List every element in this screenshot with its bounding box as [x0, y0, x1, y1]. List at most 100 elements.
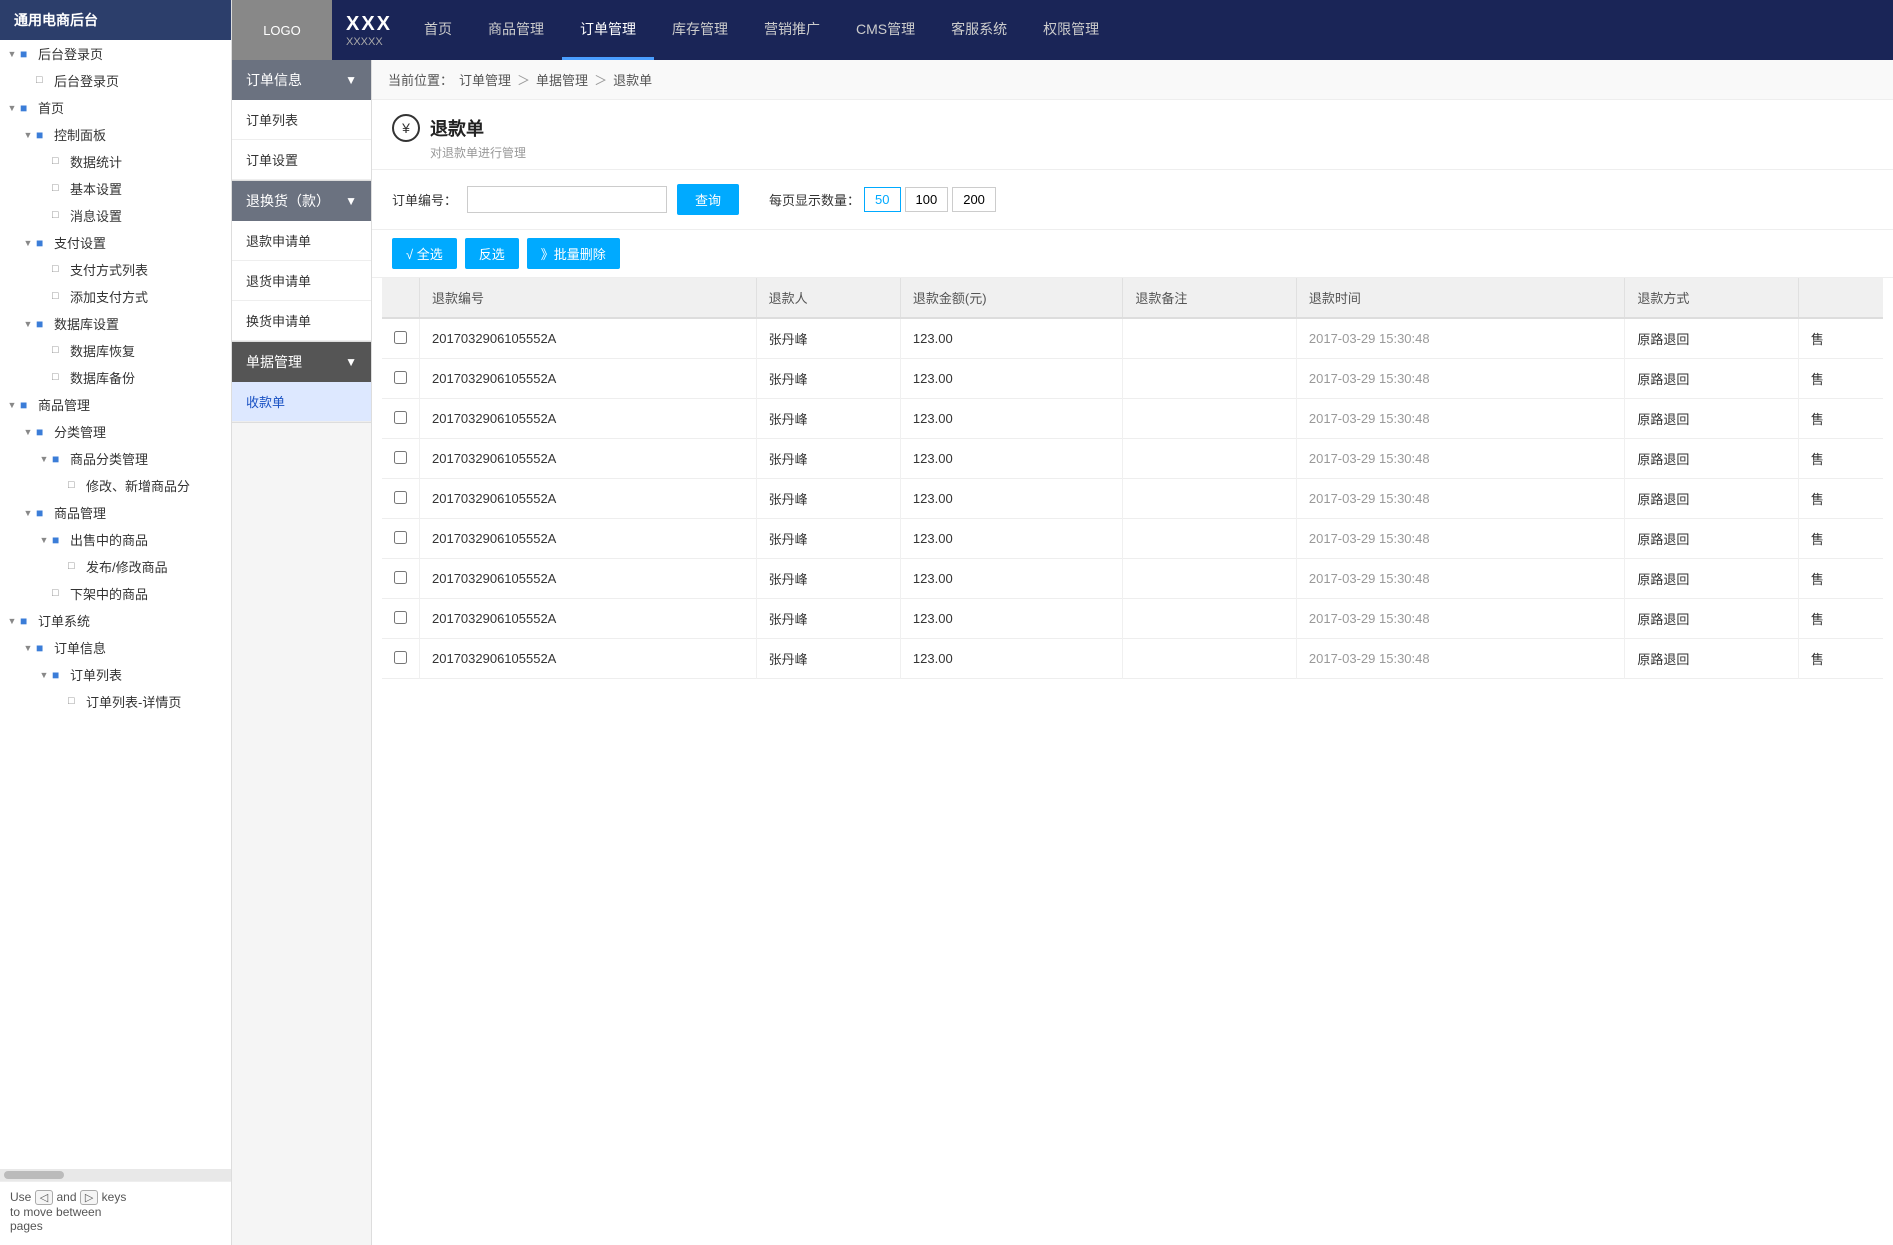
sidebar-tree-item[interactable]: □数据统计	[0, 148, 231, 175]
panel-collapse-toggle[interactable]: ◀	[371, 638, 372, 668]
sidebar-tree-item[interactable]: □订单列表-详情页	[0, 688, 231, 715]
refund-person-cell: 张丹峰	[756, 359, 900, 399]
refund-action-cell[interactable]: 售	[1798, 639, 1883, 679]
sidebar-tree-item[interactable]: □添加支付方式	[0, 283, 231, 310]
col-refund-person: 退款人	[756, 278, 900, 318]
sidebar-tree-item[interactable]: □支付方式列表	[0, 256, 231, 283]
panel-section-order-info: 订单信息 ▼ 订单列表 订单设置	[232, 60, 371, 181]
sidebar-tree-item[interactable]: ▼■数据库设置	[0, 310, 231, 337]
sidebar-tree-item[interactable]: ▼■支付设置	[0, 229, 231, 256]
sidebar-tree-item[interactable]: □消息设置	[0, 202, 231, 229]
refund-action-cell[interactable]: 售	[1798, 559, 1883, 599]
sidebar-tree-item[interactable]: □修改、新增商品分	[0, 472, 231, 499]
panel-item-refund-request[interactable]: 退款申请单	[232, 221, 371, 261]
page-size-label: 每页显示数量：	[769, 190, 860, 209]
nav-link-首页[interactable]: 首页	[406, 0, 470, 60]
nav-link-库存管理[interactable]: 库存管理	[654, 0, 746, 60]
refund-method-cell: 原路退回	[1625, 639, 1799, 679]
right-content: 当前位置： 订单管理 ＞ 单据管理 ＞ 退款单 ¥ 退款单 对退款单进行管理 订…	[372, 60, 1893, 1245]
nav-link-权限管理[interactable]: 权限管理	[1025, 0, 1117, 60]
table-row: 2017032906105552A张丹峰123.002017-03-29 15:…	[382, 359, 1883, 399]
sidebar-tree-item[interactable]: ▼■商品管理	[0, 499, 231, 526]
tree-item-label: 下架中的商品	[70, 584, 148, 603]
page-size-50[interactable]: 50	[864, 187, 900, 212]
page-size-200[interactable]: 200	[952, 187, 996, 212]
search-input[interactable]	[467, 186, 667, 213]
sidebar-tree-item[interactable]: ▼■订单信息	[0, 634, 231, 661]
row-checkbox[interactable]	[394, 651, 407, 664]
doc-icon: □	[36, 74, 50, 88]
sidebar-tree-item[interactable]: □发布/修改商品	[0, 553, 231, 580]
folder-icon: ■	[52, 452, 66, 466]
doc-icon: □	[52, 371, 66, 385]
refund-action-cell[interactable]: 售	[1798, 519, 1883, 559]
horizontal-scrollbar[interactable]	[0, 1169, 231, 1181]
nav-link-CMS管理[interactable]: CMS管理	[838, 0, 933, 60]
refund-action-cell[interactable]: 售	[1798, 479, 1883, 519]
refund-action-cell[interactable]: 售	[1798, 359, 1883, 399]
sidebar-tree-item[interactable]: ▼■分类管理	[0, 418, 231, 445]
panel-item-order-settings[interactable]: 订单设置	[232, 140, 371, 180]
breadcrumb-item-order-mgmt[interactable]: 订单管理	[459, 70, 511, 89]
sidebar-tree-item[interactable]: □后台登录页	[0, 67, 231, 94]
row-checkbox[interactable]	[394, 331, 407, 344]
refund-action-cell[interactable]: 售	[1798, 599, 1883, 639]
chevron-down-icon: ▼	[36, 451, 52, 467]
row-checkbox-cell	[382, 359, 420, 399]
nav-link-客服系统[interactable]: 客服系统	[933, 0, 1025, 60]
sidebar-tree-item[interactable]: ▼■后台登录页	[0, 40, 231, 67]
panel-section-label-returns: 退换货（款）	[246, 191, 330, 211]
refund-action-cell[interactable]: 售	[1798, 399, 1883, 439]
chevron-down-icon-2: ▼	[345, 194, 357, 208]
refund-action-cell[interactable]: 售	[1798, 318, 1883, 359]
refund-action-cell[interactable]: 售	[1798, 439, 1883, 479]
panel-item-receipt[interactable]: 收款单	[232, 382, 371, 422]
sidebar-tree-item[interactable]: ▼■订单列表	[0, 661, 231, 688]
panel-section-header-returns[interactable]: 退换货（款） ▼	[232, 181, 371, 221]
row-checkbox[interactable]	[394, 411, 407, 424]
panel-section-header-order-info[interactable]: 订单信息 ▼	[232, 60, 371, 100]
chevron-down-icon: ▼	[20, 316, 36, 332]
row-checkbox[interactable]	[394, 531, 407, 544]
tree-item-label: 支付设置	[54, 233, 106, 252]
row-checkbox[interactable]	[394, 371, 407, 384]
nav-link-商品管理[interactable]: 商品管理	[470, 0, 562, 60]
panel-item-exchange-request[interactable]: 换货申请单	[232, 301, 371, 341]
table-row: 2017032906105552A张丹峰123.002017-03-29 15:…	[382, 318, 1883, 359]
sidebar-tree-item[interactable]: ▼■ 商品分类管理	[0, 445, 231, 472]
tree-item-label: 控制面板	[54, 125, 106, 144]
chevron-down-icon: ▼	[4, 46, 20, 62]
panel-section-header-documents[interactable]: 单据管理 ▼	[232, 342, 371, 382]
query-button[interactable]: 查询	[677, 184, 739, 215]
row-checkbox-cell	[382, 599, 420, 639]
tree-item-label: 订单系统	[38, 611, 90, 630]
tree-item-label: 数据统计	[70, 152, 122, 171]
panel-item-return-request[interactable]: 退货申请单	[232, 261, 371, 301]
tree-item-label: 发布/修改商品	[86, 557, 168, 576]
batch-delete-button[interactable]: 》批量删除	[527, 238, 620, 269]
row-checkbox[interactable]	[394, 571, 407, 584]
row-checkbox[interactable]	[394, 451, 407, 464]
sidebar-tree-item[interactable]: □下架中的商品	[0, 580, 231, 607]
sidebar-tree-item[interactable]: ▼■首页	[0, 94, 231, 121]
sidebar-tree-item[interactable]: □数据库恢复	[0, 337, 231, 364]
invert-selection-button[interactable]: 反选	[465, 238, 519, 269]
breadcrumb-item-document-mgmt[interactable]: 单据管理	[536, 70, 588, 89]
nav-link-营销推广[interactable]: 营销推广	[746, 0, 838, 60]
row-checkbox[interactable]	[394, 611, 407, 624]
sidebar-tree-item[interactable]: ▼■商品管理	[0, 391, 231, 418]
sidebar-tree-item[interactable]: □数据库备份	[0, 364, 231, 391]
sidebar-tree-item[interactable]: ▼■控制面板	[0, 121, 231, 148]
sidebar-tree-item[interactable]: ▼■出售中的商品	[0, 526, 231, 553]
row-checkbox[interactable]	[394, 491, 407, 504]
doc-icon: □	[68, 479, 82, 493]
page-size-100[interactable]: 100	[905, 187, 949, 212]
table-row: 2017032906105552A张丹峰123.002017-03-29 15:…	[382, 519, 1883, 559]
sidebar-tree-item[interactable]: ▼■订单系统	[0, 607, 231, 634]
sidebar-tree-item[interactable]: □基本设置	[0, 175, 231, 202]
panel-item-order-list[interactable]: 订单列表	[232, 100, 371, 140]
tree-item-label: 商品分类管理	[70, 449, 148, 468]
select-all-button[interactable]: √ 全选	[392, 238, 457, 269]
refund-id-cell: 2017032906105552A	[420, 359, 757, 399]
nav-link-订单管理[interactable]: 订单管理	[562, 0, 654, 60]
